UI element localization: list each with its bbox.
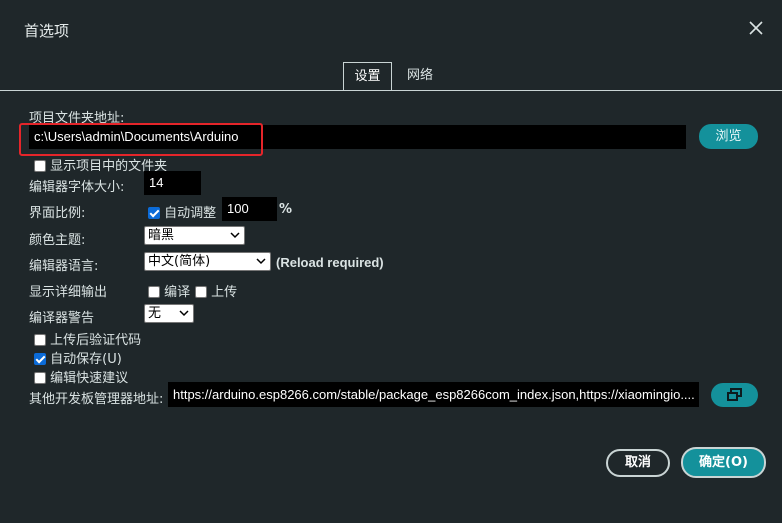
verbose-label: 显示详细输出	[29, 285, 108, 300]
language-select[interactable]: 中文(简体)	[144, 252, 271, 271]
tab-divider	[0, 90, 782, 91]
close-icon[interactable]	[748, 20, 764, 36]
theme-select[interactable]: 暗黑	[144, 226, 245, 245]
scale-unit: %	[279, 202, 293, 217]
scale-input[interactable]: 100	[222, 197, 277, 221]
tab-network[interactable]: 网络	[392, 62, 448, 90]
verbose-compile-label: 编译	[164, 285, 191, 300]
cancel-button[interactable]: 取消	[606, 449, 670, 477]
chevron-down-icon	[230, 232, 240, 239]
chevron-down-icon	[256, 258, 266, 265]
theme-value: 暗黑	[148, 228, 175, 243]
autosave-label: 自动保存(U)	[50, 352, 122, 367]
sketchbook-label: 项目文件夹地址:	[29, 111, 125, 126]
show-files-checkbox[interactable]	[34, 160, 46, 172]
warnings-value: 无	[148, 306, 162, 321]
verbose-upload-checkbox[interactable]	[195, 286, 207, 298]
language-label: 编辑器语言:	[29, 259, 99, 274]
verbose-compile-option[interactable]: 编译	[148, 281, 190, 300]
auto-scale-option[interactable]: 自动调整	[148, 202, 216, 221]
quick-suggestions-label: 编辑快速建议	[50, 371, 129, 386]
warnings-label: 编译器警告	[29, 311, 95, 326]
verify-after-upload-option[interactable]: 上传后验证代码	[34, 329, 141, 348]
font-size-input[interactable]: 14	[144, 171, 201, 195]
language-reload-note: (Reload required)	[276, 255, 384, 270]
tab-settings[interactable]: 设置	[343, 62, 392, 91]
board-urls-input[interactable]: https://arduino.esp8266.com/stable/packa…	[168, 382, 699, 407]
autosave-option[interactable]: 自动保存(U)	[34, 348, 122, 367]
scale-label: 界面比例:	[29, 206, 86, 221]
language-value: 中文(简体)	[148, 254, 211, 269]
board-urls-label: 其他开发板管理器地址:	[29, 392, 164, 407]
verbose-upload-option[interactable]: 上传	[195, 281, 237, 300]
font-size-label: 编辑器字体大小:	[29, 180, 125, 195]
sketchbook-path-input[interactable]: c:\Users\admin\Documents\Arduino	[29, 125, 686, 149]
quick-suggestions-checkbox[interactable]	[34, 372, 46, 384]
verify-after-upload-checkbox[interactable]	[34, 334, 46, 346]
dialog-title: 首选项	[24, 22, 70, 40]
browse-button[interactable]: 浏览	[699, 124, 758, 149]
verify-after-upload-label: 上传后验证代码	[50, 333, 142, 348]
auto-scale-checkbox[interactable]	[148, 207, 160, 219]
autosave-checkbox[interactable]	[34, 353, 46, 365]
chevron-down-icon	[179, 310, 189, 317]
theme-label: 颜色主题:	[29, 233, 86, 248]
verbose-upload-label: 上传	[211, 285, 238, 300]
window-restore-icon	[726, 388, 742, 401]
open-urls-editor-button[interactable]	[711, 383, 758, 407]
warnings-select[interactable]: 无	[144, 304, 194, 323]
quick-suggestions-option[interactable]: 编辑快速建议	[34, 367, 128, 386]
verbose-compile-checkbox[interactable]	[148, 286, 160, 298]
auto-scale-label: 自动调整	[164, 206, 217, 221]
ok-button[interactable]: 确定(O)	[681, 447, 766, 478]
